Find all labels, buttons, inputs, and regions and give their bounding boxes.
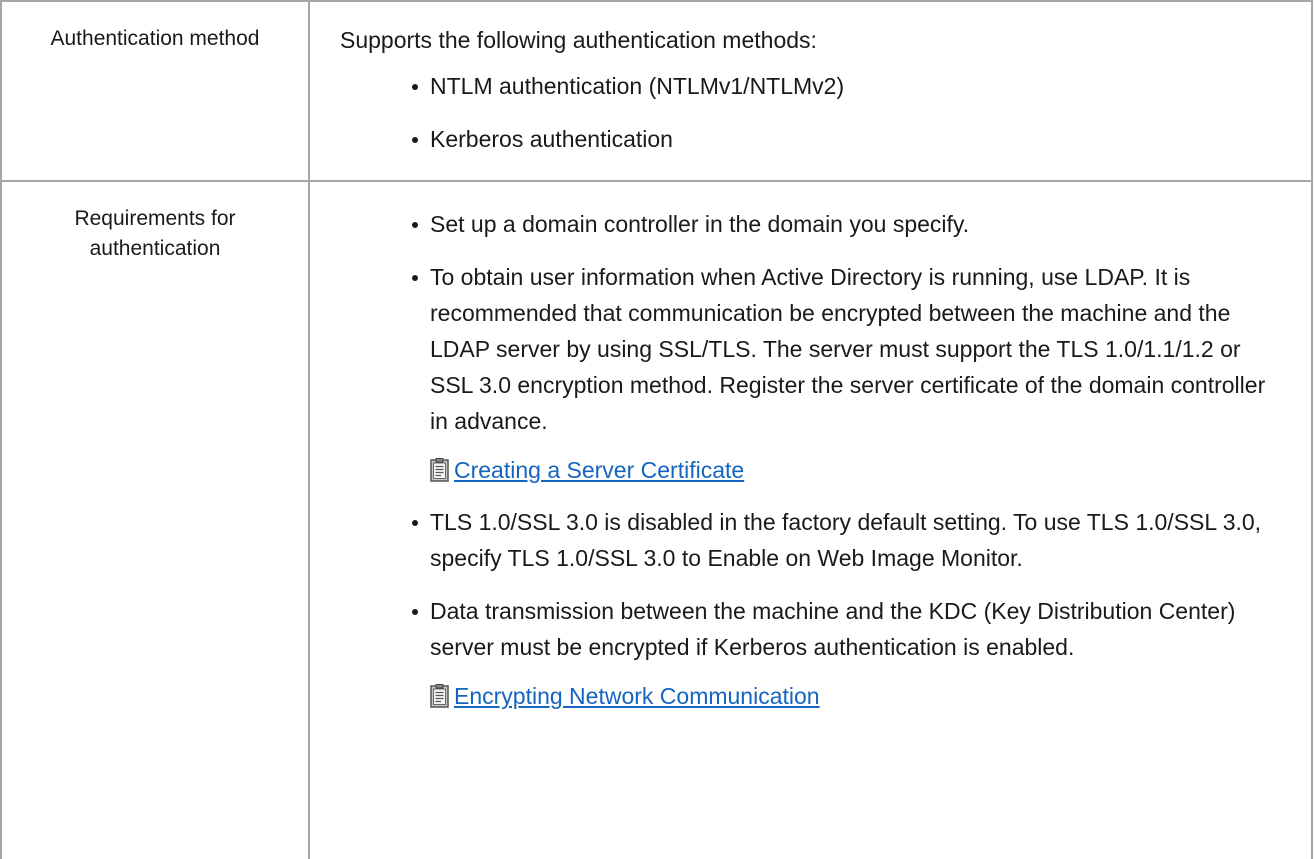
methods-list: NTLM authentication (NTLMv1/NTLMv2) Kerb… <box>340 68 1281 157</box>
requirements-list-continued: TLS 1.0/SSL 3.0 is disabled in the facto… <box>340 504 1281 665</box>
list-item-domain-controller: Set up a domain controller in the domain… <box>412 206 1281 242</box>
link-creating-server-certificate[interactable]: Creating a Server Certificate <box>454 452 744 488</box>
reference-link-server-certificate: Creating a Server Certificate <box>340 452 1281 488</box>
row-label-requirements: Requirements for authentication <box>0 182 310 859</box>
list-item-ldap: To obtain user information when Active D… <box>412 259 1281 439</box>
table-row-requirements: Requirements for authentication Set up a… <box>0 182 1313 859</box>
link-encrypting-network-communication[interactable]: Encrypting Network Communication <box>454 678 820 714</box>
methods-intro-text: Supports the following authentication me… <box>340 27 817 53</box>
list-item-kdc-encryption: Data transmission between the machine an… <box>412 593 1281 665</box>
auth-settings-table: Authentication method Supports the follo… <box>0 0 1313 859</box>
table-row-authentication-method: Authentication method Supports the follo… <box>0 2 1313 182</box>
row-content-authentication-method: Supports the following authentication me… <box>310 2 1313 180</box>
row-content-requirements: Set up a domain controller in the domain… <box>310 182 1313 859</box>
list-item-tls-default: TLS 1.0/SSL 3.0 is disabled in the facto… <box>412 504 1281 576</box>
list-item-ntlm: NTLM authentication (NTLMv1/NTLMv2) <box>412 68 1281 104</box>
clipboard-icon <box>430 682 449 708</box>
reference-link-encrypting-communication: Encrypting Network Communication <box>340 678 1281 714</box>
clipboard-icon <box>430 456 449 482</box>
requirements-list: Set up a domain controller in the domain… <box>340 206 1281 439</box>
row-label-authentication-method: Authentication method <box>0 2 310 180</box>
list-item-kerberos: Kerberos authentication <box>412 121 1281 157</box>
